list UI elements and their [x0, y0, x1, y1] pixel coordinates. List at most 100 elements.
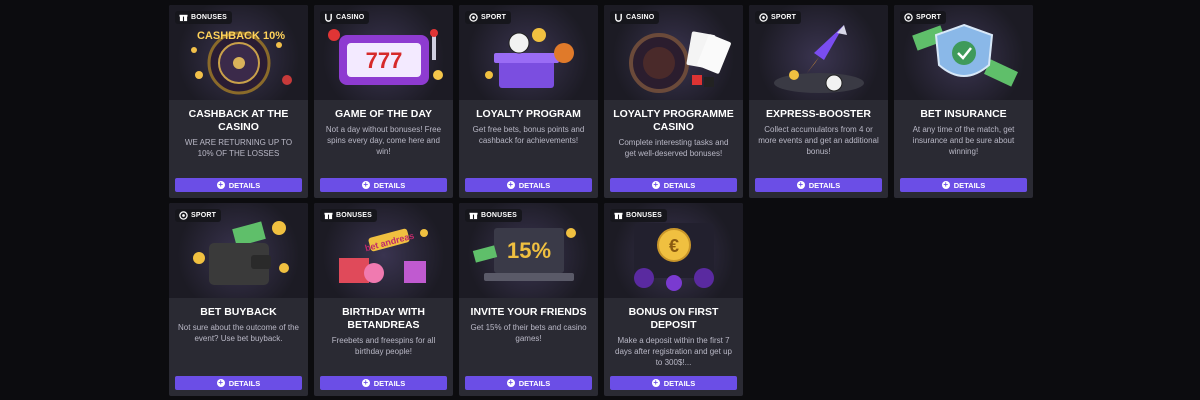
details-button[interactable]: + DETAILS: [465, 178, 592, 192]
gift-icon: [614, 212, 623, 220]
promo-description: Complete interesting tasks and get well-…: [618, 138, 729, 158]
details-label: DETAILS: [518, 378, 551, 388]
promo-art-loyalty-casino: CASINO: [604, 5, 743, 100]
details-label: DETAILS: [663, 378, 696, 388]
promo-art-bet-insurance: SPORT: [894, 5, 1033, 100]
promo-art-first-deposit: BONUSES €: [604, 203, 743, 298]
promo-description: Get 15% of their bets and casino games!: [470, 323, 587, 343]
badge-label: BONUSES: [191, 14, 228, 21]
category-badge: BONUSES: [610, 209, 668, 222]
category-badge: BONUSES: [320, 209, 378, 222]
horseshoe-icon: [615, 13, 622, 22]
ball-icon: [469, 13, 478, 22]
promo-card-game-of-the-day[interactable]: CASINO 777 GAME OF THE DAY Not a day wit…: [314, 5, 453, 198]
details-button[interactable]: + DETAILS: [175, 376, 302, 390]
badge-label: SPORT: [191, 212, 217, 219]
plus-icon: +: [361, 180, 370, 189]
badge-label: SPORT: [771, 14, 797, 21]
promo-card-cashback[interactable]: BONUSES CASHBACK 10% CASHBACK AT THE CAS…: [169, 5, 308, 198]
details-button[interactable]: + DETAILS: [320, 178, 447, 192]
badge-label: SPORT: [916, 14, 942, 21]
promo-description: WE ARE RETURNING UP TO 10% OF THE LOSSES: [184, 138, 293, 158]
promo-card-loyalty-casino[interactable]: CASINO LOYALTY PROGRAMME CASINO Complete…: [604, 5, 743, 198]
details-button[interactable]: + DETAILS: [610, 376, 737, 390]
promo-description: At any time of the match, get insurance …: [912, 125, 1015, 156]
details-label: DETAILS: [808, 180, 841, 190]
ball-icon: [179, 211, 188, 220]
promo-card-bet-insurance[interactable]: SPORT BET INSURANCE At any time of the m…: [894, 5, 1033, 198]
promo-card-bet-buyback[interactable]: SPORT BET BUYBACK Not sure about the out…: [169, 203, 308, 396]
promo-description: Not sure about the outcome of the event?…: [178, 323, 299, 343]
plus-icon: +: [941, 180, 950, 189]
plus-icon: +: [651, 180, 660, 189]
plus-icon: +: [216, 378, 225, 387]
promo-title: INVITE YOUR FRIENDS: [470, 306, 587, 318]
art-text: €: [669, 236, 679, 256]
promo-art-game-of-the-day: CASINO 777: [314, 5, 453, 100]
details-label: DETAILS: [663, 180, 696, 190]
details-label: DETAILS: [373, 180, 406, 190]
details-label: DETAILS: [518, 180, 551, 190]
promo-description: Make a deposit within the first 7 days a…: [615, 336, 732, 367]
category-badge: SPORT: [755, 11, 802, 24]
badge-label: BONUSES: [481, 212, 518, 219]
gift-icon: [179, 14, 188, 22]
category-badge: CASINO: [610, 11, 660, 24]
promo-grid: BONUSES CASHBACK 10% CASHBACK AT THE CAS…: [169, 5, 1033, 396]
gift-icon: [324, 212, 333, 220]
promo-card-invite-friends[interactable]: BONUSES 15% INVITE YOUR FRIENDS Get 15% …: [459, 203, 598, 396]
promo-title: BONUS ON FIRST DEPOSIT: [628, 306, 719, 331]
gift-icon: [469, 212, 478, 220]
promo-card-loyalty-program[interactable]: SPORT LOYALTY PROGRAM Get free bets, bon…: [459, 5, 598, 198]
promo-title: GAME OF THE DAY: [334, 108, 433, 120]
badge-label: CASINO: [336, 14, 365, 21]
plus-icon: +: [796, 180, 805, 189]
details-label: DETAILS: [228, 378, 261, 388]
ball-icon: [759, 13, 768, 22]
promo-description: Get free bets, bonus points and cashback…: [472, 125, 585, 145]
promo-description: Not a day without bonuses! Free spins ev…: [325, 125, 442, 156]
promo-art-bet-buyback: SPORT: [169, 203, 308, 298]
badge-label: SPORT: [481, 14, 507, 21]
plus-icon: +: [216, 180, 225, 189]
category-badge: BONUSES: [465, 209, 523, 222]
promo-description: Collect accumulators from 4 or more even…: [758, 125, 879, 156]
plus-icon: +: [506, 378, 515, 387]
details-label: DETAILS: [953, 180, 986, 190]
promo-title: BIRTHDAY WITH BETANDREAS: [342, 306, 425, 331]
badge-label: BONUSES: [336, 212, 373, 219]
promo-art-cashback: BONUSES CASHBACK 10%: [169, 5, 308, 100]
details-label: DETAILS: [228, 180, 261, 190]
details-button[interactable]: + DETAILS: [175, 178, 302, 192]
plus-icon: +: [506, 180, 515, 189]
category-badge: CASINO: [320, 11, 370, 24]
promo-art-birthday: BONUSES bet andreas: [314, 203, 453, 298]
promo-title: CASHBACK AT THE CASINO: [188, 108, 289, 133]
details-button[interactable]: + DETAILS: [465, 376, 592, 390]
category-badge: SPORT: [900, 11, 947, 24]
badge-label: CASINO: [626, 14, 655, 21]
details-button[interactable]: + DETAILS: [320, 376, 447, 390]
horseshoe-icon: [325, 13, 332, 22]
art-text: CASHBACK 10%: [197, 30, 285, 42]
promo-description: Freebets and freespins for all birthday …: [331, 336, 436, 356]
details-button[interactable]: + DETAILS: [900, 178, 1027, 192]
plus-icon: +: [361, 378, 370, 387]
promo-art-loyalty-program: SPORT: [459, 5, 598, 100]
promo-title: LOYALTY PROGRAM: [476, 108, 581, 120]
badge-label: BONUSES: [626, 212, 663, 219]
promo-card-first-deposit[interactable]: BONUSES € BONUS ON FIRST DEPOSIT Make a …: [604, 203, 743, 396]
details-button[interactable]: + DETAILS: [610, 178, 737, 192]
promo-title: BET INSURANCE: [920, 108, 1007, 120]
promo-card-birthday[interactable]: BONUSES bet andreas BIRTHDAY WITH BETAND…: [314, 203, 453, 396]
plus-icon: +: [651, 378, 660, 387]
category-badge: SPORT: [465, 11, 512, 24]
promo-art-express-booster: SPORT: [749, 5, 888, 100]
details-button[interactable]: + DETAILS: [755, 178, 882, 192]
category-badge: SPORT: [175, 209, 222, 222]
promo-card-express-booster[interactable]: SPORT EXPRESS-BOOSTER Collect accumulato…: [749, 5, 888, 198]
art-text: 15%: [507, 238, 551, 263]
details-label: DETAILS: [373, 378, 406, 388]
promo-title: EXPRESS-BOOSTER: [765, 108, 872, 120]
promo-title: BET BUYBACK: [200, 306, 277, 318]
